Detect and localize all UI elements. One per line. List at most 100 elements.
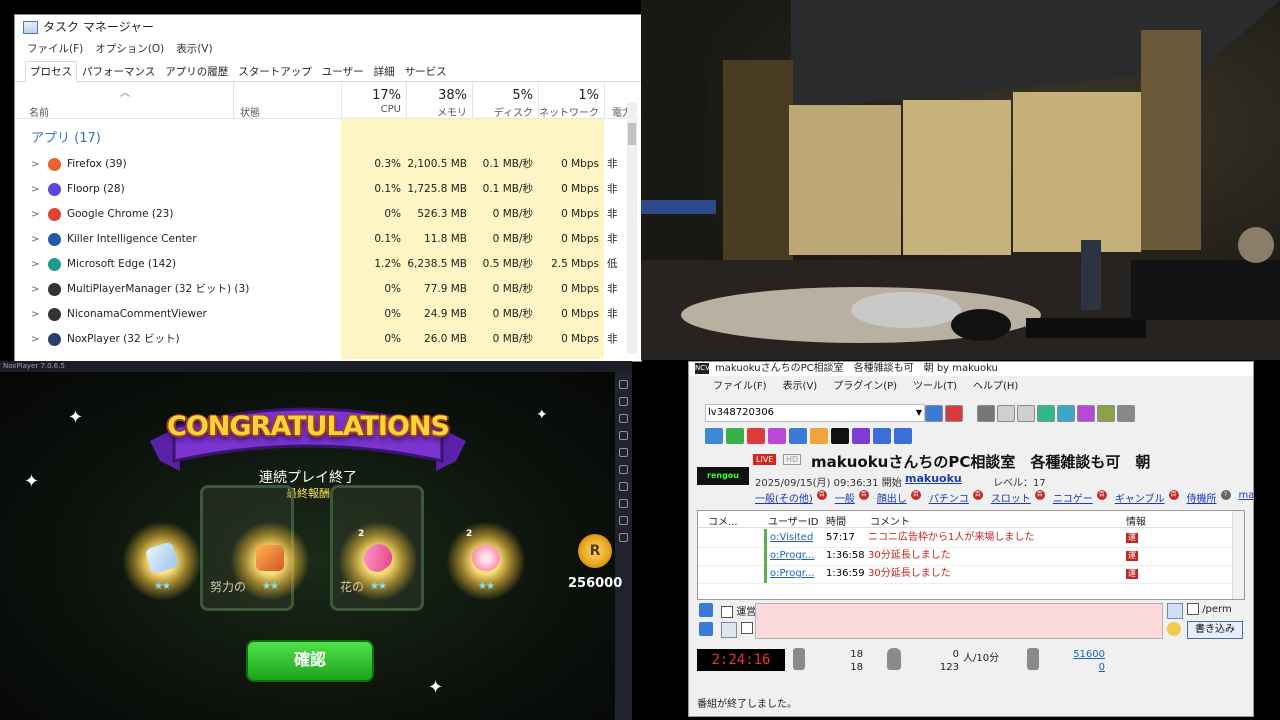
col-time[interactable]: 時間 <box>826 513 846 528</box>
col-comment[interactable]: コメント <box>870 513 910 528</box>
tab-users[interactable]: ユーザー <box>317 61 369 81</box>
command-icon[interactable] <box>1167 603 1183 619</box>
channel-tx-icon[interactable] <box>810 428 828 444</box>
option-check[interactable] <box>741 622 753 634</box>
connect-icon[interactable] <box>925 405 943 422</box>
reward-item[interactable]: ★★ <box>122 521 202 601</box>
stat-c1-link[interactable]: 51600 <box>1073 649 1105 660</box>
confirm-button[interactable]: 確認 <box>246 640 374 682</box>
expand-chevron-icon[interactable]: > <box>31 202 39 227</box>
nox-tool-icon[interactable] <box>619 482 628 491</box>
nox-tool-icon[interactable] <box>619 397 628 406</box>
col-mem-cell[interactable]: 38% メモリ <box>406 82 473 119</box>
nox-tool-icon[interactable] <box>619 380 628 389</box>
nox-tool-icon[interactable] <box>619 516 628 525</box>
tag-link[interactable]: ギャンブル <box>1115 490 1165 505</box>
nox-tool-icon[interactable] <box>619 465 628 474</box>
stat-c1[interactable]: 51600 <box>1055 649 1105 660</box>
channel-bs2-icon[interactable] <box>894 428 912 444</box>
tab-processes[interactable]: プロセス <box>25 61 77 82</box>
live-id-combobox[interactable]: lv348720306 ▼ <box>705 404 925 422</box>
tag-link[interactable]: 侍機所 <box>1187 490 1217 505</box>
nox-tool-icon[interactable] <box>619 499 628 508</box>
channel-cx-icon[interactable] <box>831 428 849 444</box>
tool-icon[interactable] <box>997 405 1015 422</box>
expand-chevron-icon[interactable]: > <box>31 152 39 177</box>
expand-chevron-icon[interactable]: > <box>31 277 39 302</box>
nox-tool-icon[interactable] <box>619 448 628 457</box>
list-icon[interactable] <box>721 622 737 638</box>
comment-grid-scrollbar[interactable] <box>1232 511 1244 599</box>
menu-options[interactable]: オプション(O) <box>95 39 164 59</box>
tag-link[interactable]: 一般(その他) <box>755 490 813 505</box>
unei-check[interactable] <box>721 606 733 618</box>
channel-nhk-icon[interactable] <box>705 428 723 444</box>
channel-ex-icon[interactable] <box>768 428 786 444</box>
stat-c2-link[interactable]: 0 <box>1099 662 1105 673</box>
tab-performance[interactable]: パフォーマンス <box>77 61 160 81</box>
owner-link[interactable]: makuoku <box>905 472 962 485</box>
expand-chevron-icon[interactable]: > <box>31 227 39 252</box>
comment-user-id[interactable]: o:Visited <box>770 529 813 547</box>
process-row[interactable]: > Firefox (39) 0.3% 2,100.5 MB 0.1 MB/秒 0 Mbp… <box>15 152 627 177</box>
reward-item[interactable]: 2 ★★ <box>338 521 418 601</box>
process-row[interactable]: > Floorp (28) 0.1% 1,725.8 MB 0.1 MB/秒 0 Mbps… <box>15 177 627 202</box>
process-row[interactable]: > Microsoft Edge (142) 1.2% 6,238.5 MB 0.5 M… <box>15 252 627 277</box>
process-row[interactable]: > MultiPlayerManager (32 ビット) (3) 0% 77.9 M… <box>15 277 627 302</box>
reward-item[interactable]: 2 ★★ <box>446 521 526 601</box>
comment-row[interactable]: o:Progr... 1:36:59 30分延長しました 運 <box>698 565 1232 584</box>
ng-icon[interactable] <box>699 603 713 617</box>
write-button[interactable]: 書き込み <box>1187 621 1243 639</box>
expand-chevron-icon[interactable]: > <box>31 177 39 202</box>
chart-icon[interactable] <box>1097 405 1115 422</box>
process-row[interactable]: > NoxPlayer (32 ビット) 0% 26.0 MB 0 MB/秒 0 Mbps… <box>15 327 627 352</box>
nox-tool-icon[interactable] <box>619 533 628 542</box>
tab-startup[interactable]: スタートアップ <box>233 61 317 81</box>
tag-link[interactable]: 顔出し <box>877 490 907 505</box>
chevron-down-icon[interactable]: ▼ <box>916 405 922 421</box>
unei-checkbox[interactable]: 運営 <box>721 603 756 618</box>
tag-link[interactable]: パチンコ <box>929 490 969 505</box>
col-comment-no[interactable]: コメ... <box>708 513 738 528</box>
stat-c2[interactable]: 0 <box>1055 662 1105 673</box>
channel-ntv-icon[interactable] <box>747 428 765 444</box>
expand-chevron-icon[interactable]: > <box>31 302 39 327</box>
col-status-cell[interactable]: 状態 <box>233 82 342 119</box>
refresh-icon[interactable] <box>977 405 995 422</box>
tab-details[interactable]: 詳細 <box>369 61 400 81</box>
menu-file[interactable]: ファイル(F) <box>27 39 83 59</box>
ncv-menu-tools[interactable]: ツール(T) <box>913 376 957 398</box>
channel-tbs-icon[interactable] <box>789 428 807 444</box>
search-icon[interactable] <box>1077 405 1095 422</box>
task-manager-scrollbar[interactable] <box>627 103 637 353</box>
perm-checkbox[interactable]: /perm <box>1187 603 1232 615</box>
comment-user-id[interactable]: o:Progr... <box>770 547 814 565</box>
comment-user-id[interactable]: o:Progr... <box>770 565 814 583</box>
process-row[interactable]: > NiconamaCommentViewer 0% 24.9 MB 0 MB/秒 0 M… <box>15 302 627 327</box>
scroll-thumb[interactable] <box>628 123 636 145</box>
tag-link[interactable]: ニコゲー <box>1053 490 1093 505</box>
users-icon[interactable] <box>1057 405 1075 422</box>
channel-bs1-icon[interactable] <box>873 428 891 444</box>
reward-item[interactable]: ★★ <box>230 521 310 601</box>
tag-link[interactable]: 一般 <box>835 490 855 505</box>
nox-tool-icon[interactable] <box>619 431 628 440</box>
ncv-menu-help[interactable]: ヘルプ(H) <box>973 376 1018 398</box>
gear-icon[interactable] <box>1117 405 1135 422</box>
menu-view[interactable]: 表示(V) <box>176 39 212 59</box>
tag-link[interactable]: スロット <box>991 490 1031 505</box>
tab-services[interactable]: サービス <box>400 61 452 81</box>
process-row[interactable]: > Killer Intelligence Center 0.1% 11.8 MB 0 … <box>15 227 627 252</box>
comment-row[interactable]: o:Progr... 1:36:58 30分延長しました 運 <box>698 547 1232 566</box>
channel-nhk2-icon[interactable] <box>726 428 744 444</box>
comment-row[interactable]: o:Visited 57:17 ニコニ広告枠から1人が来場しました 運 <box>698 529 1232 548</box>
expand-chevron-icon[interactable]: > <box>31 327 39 352</box>
tab-app-history[interactable]: アプリの履歴 <box>160 61 233 81</box>
tool-icon[interactable] <box>1017 405 1035 422</box>
comment-input[interactable] <box>755 603 1163 639</box>
col-info[interactable]: 情報 <box>1126 513 1146 528</box>
tag-link[interactable]: ma <box>1239 490 1253 505</box>
col-disk-cell[interactable]: 5% ディスク <box>472 82 539 119</box>
keyboard-icon[interactable] <box>699 622 713 636</box>
smiley-icon[interactable] <box>1167 622 1181 636</box>
